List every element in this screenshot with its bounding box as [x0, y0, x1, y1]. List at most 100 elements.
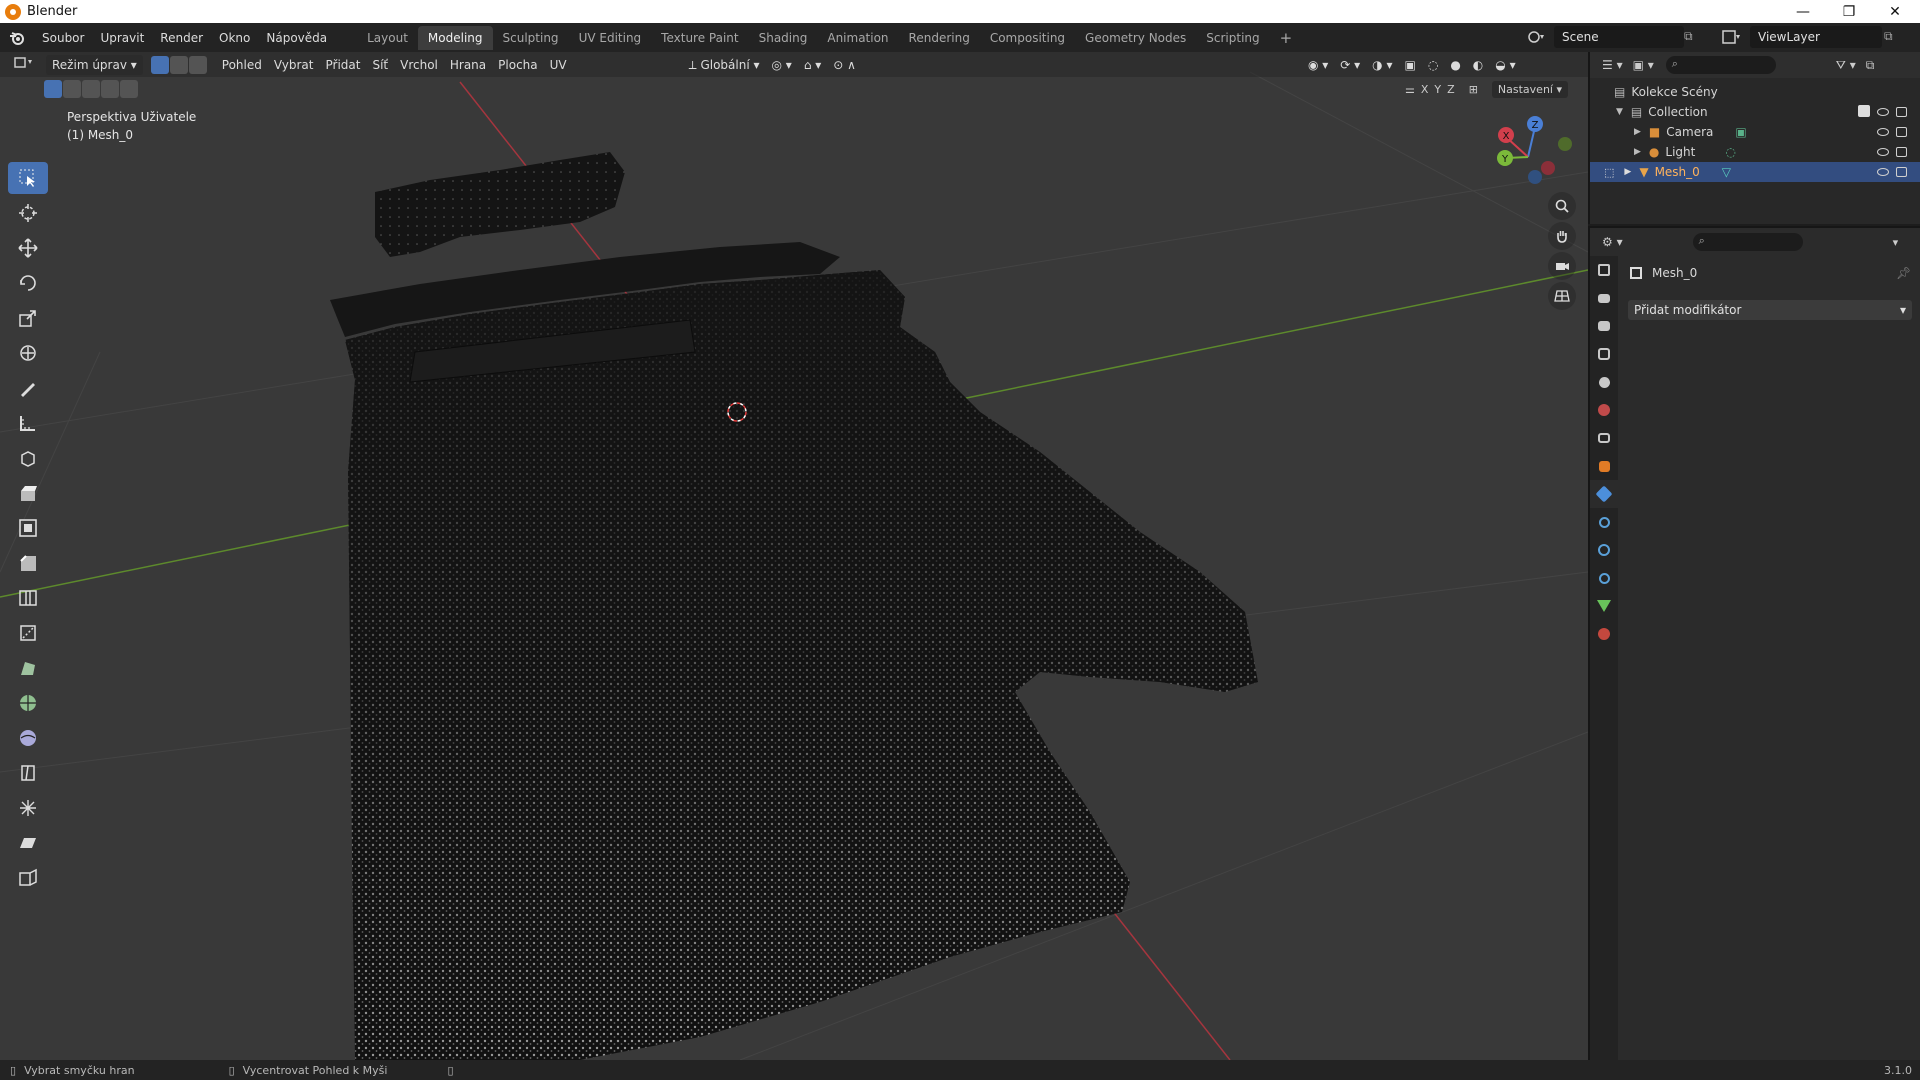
- knife-tool[interactable]: [8, 617, 48, 649]
- mesh-visibility-icon[interactable]: [1877, 168, 1889, 176]
- xray-toggle-icon[interactable]: ▣: [1398, 55, 1421, 75]
- select-extend-icon[interactable]: [63, 80, 81, 98]
- tab-compositing[interactable]: Compositing: [980, 26, 1075, 50]
- light-expand-arrow[interactable]: ▶: [1634, 147, 1641, 157]
- annotate-tool[interactable]: [8, 372, 48, 404]
- mesh-data-icon[interactable]: ▽: [1722, 165, 1731, 179]
- transform-orientation-dropdown[interactable]: ⟂ Globální ▾: [683, 55, 766, 75]
- camera-visibility-icon[interactable]: [1877, 128, 1889, 136]
- collection-render-icon[interactable]: [1896, 107, 1907, 117]
- mesh-expand-arrow[interactable]: ▶: [1624, 167, 1631, 177]
- mesh-render-icon[interactable]: [1896, 167, 1907, 177]
- pan-hand-icon[interactable]: [1548, 222, 1576, 250]
- menu-render[interactable]: Render: [152, 27, 211, 49]
- light-data-icon[interactable]: ◌: [1725, 145, 1735, 159]
- tab-view-layer-icon[interactable]: [1590, 340, 1618, 368]
- measure-tool[interactable]: [8, 407, 48, 439]
- 3d-viewport[interactable]: Z X Y Režim úprav ▾ Pohled Vybrat Přidat…: [0, 52, 1588, 1060]
- mirror-y-toggle[interactable]: Y: [1434, 83, 1441, 96]
- tab-output-icon[interactable]: [1590, 312, 1618, 340]
- mode-selector[interactable]: Režim úprav ▾: [46, 54, 143, 75]
- menu-window[interactable]: Okno: [211, 27, 258, 49]
- tab-object-icon[interactable]: [1590, 452, 1618, 480]
- menu-select[interactable]: Vybrat: [268, 55, 320, 75]
- scene-name-field[interactable]: Scene: [1554, 26, 1684, 48]
- mesh-object[interactable]: [330, 152, 1258, 1060]
- face-select-mode[interactable]: [188, 55, 207, 74]
- outliner-item-mesh[interactable]: ⬚ ▶ ▼ Mesh_0 ▽: [1590, 162, 1920, 182]
- loop-cut-tool[interactable]: [8, 582, 48, 614]
- menu-file[interactable]: Soubor: [34, 27, 92, 49]
- rip-region-tool[interactable]: [8, 862, 48, 894]
- menu-view[interactable]: Pohled: [216, 55, 268, 75]
- tab-particles-icon[interactable]: [1590, 508, 1618, 536]
- camera-expand-arrow[interactable]: ▶: [1634, 127, 1641, 137]
- shading-wireframe-icon[interactable]: ◌: [1422, 55, 1444, 75]
- properties-options-icon[interactable]: ▾: [1893, 236, 1899, 249]
- tab-uv-editing[interactable]: UV Editing: [569, 26, 652, 50]
- menu-help[interactable]: Nápověda: [258, 27, 335, 49]
- menu-mesh[interactable]: Síť: [366, 55, 394, 75]
- zoom-icon[interactable]: [1548, 192, 1576, 220]
- collection-exclude-checkbox[interactable]: [1858, 105, 1870, 117]
- minimize-button[interactable]: —: [1780, 0, 1826, 23]
- tab-layout[interactable]: Layout: [357, 26, 418, 50]
- menu-add[interactable]: Přidat: [319, 55, 366, 75]
- camera-data-icon[interactable]: ▣: [1735, 125, 1746, 139]
- tab-geometry-nodes[interactable]: Geometry Nodes: [1075, 26, 1196, 50]
- pin-icon[interactable]: 📌︎: [1896, 266, 1911, 280]
- scene-collection-row[interactable]: ▤ Kolekce Scény: [1590, 82, 1920, 102]
- move-tool[interactable]: [8, 232, 48, 264]
- scene-selector-icon[interactable]: [1526, 27, 1552, 47]
- tab-material-icon[interactable]: [1590, 620, 1618, 648]
- tab-sculpting[interactable]: Sculpting: [493, 26, 569, 50]
- camera-view-icon[interactable]: [1548, 252, 1576, 280]
- gizmo-toggle-icon[interactable]: ⟳ ▾: [1334, 55, 1366, 75]
- mirror-icon[interactable]: ⚌: [1405, 83, 1415, 96]
- tab-animation[interactable]: Animation: [817, 26, 898, 50]
- spin-tool[interactable]: [8, 687, 48, 719]
- tab-texture-paint[interactable]: Texture Paint: [651, 26, 748, 50]
- bevel-tool[interactable]: [8, 547, 48, 579]
- properties-editor-type-icon[interactable]: ⚙ ▾: [1602, 235, 1623, 249]
- tab-data-icon[interactable]: [1590, 592, 1618, 620]
- rotate-tool[interactable]: [8, 267, 48, 299]
- maximize-button[interactable]: ❐: [1826, 0, 1872, 23]
- proportional-editing-icon[interactable]: ⊙ ∧: [827, 55, 862, 75]
- navigation-gizmo[interactable]: Z X Y: [1497, 116, 1572, 184]
- outliner-item-light[interactable]: ▶ ● Light ◌: [1590, 142, 1920, 162]
- new-scene-icon[interactable]: ⧉: [1684, 29, 1693, 44]
- outliner-item-camera[interactable]: ▶ ■ Camera ▣: [1590, 122, 1920, 142]
- edge-slide-tool[interactable]: [8, 757, 48, 789]
- select-intersect-icon[interactable]: [120, 80, 138, 98]
- tab-shading[interactable]: Shading: [749, 26, 818, 50]
- blender-menu-icon[interactable]: [0, 27, 34, 49]
- view-layer-field[interactable]: ViewLayer: [1750, 26, 1882, 48]
- add-cube-tool[interactable]: [8, 442, 48, 474]
- view-layer-icon[interactable]: [1720, 27, 1746, 47]
- tab-physics-icon[interactable]: [1590, 536, 1618, 564]
- new-view-layer-icon[interactable]: ⧉: [1884, 29, 1893, 44]
- inset-tool[interactable]: [8, 512, 48, 544]
- properties-search-input[interactable]: ⌕: [1692, 233, 1803, 251]
- outliner-editor-type-icon[interactable]: ☰ ▾: [1602, 58, 1623, 72]
- shading-material-icon[interactable]: ◐: [1467, 55, 1489, 75]
- extrude-tool[interactable]: [8, 477, 48, 509]
- tab-modifiers-icon[interactable]: [1590, 480, 1618, 508]
- scale-tool[interactable]: [8, 302, 48, 334]
- collection-expand-arrow[interactable]: ▼: [1616, 107, 1623, 117]
- pivot-point-icon[interactable]: ◎ ▾: [766, 55, 798, 75]
- menu-uv[interactable]: UV: [544, 55, 573, 75]
- options-dropdown[interactable]: Nastavení ▾: [1491, 81, 1569, 98]
- edge-select-mode[interactable]: [169, 55, 188, 74]
- add-modifier-dropdown[interactable]: Přidat modifikátor ▾: [1628, 300, 1912, 320]
- menu-face[interactable]: Plocha: [492, 55, 543, 75]
- viewport-scene[interactable]: Z X Y: [0, 52, 1588, 1060]
- tab-rendering[interactable]: Rendering: [899, 26, 980, 50]
- tab-scripting[interactable]: Scripting: [1196, 26, 1269, 50]
- tab-modeling[interactable]: Modeling: [417, 25, 493, 50]
- close-window-button[interactable]: ✕: [1872, 0, 1918, 23]
- collection-visibility-icon[interactable]: [1877, 108, 1889, 116]
- perspective-toggle-icon[interactable]: [1548, 282, 1576, 310]
- tab-world-icon[interactable]: [1590, 396, 1618, 424]
